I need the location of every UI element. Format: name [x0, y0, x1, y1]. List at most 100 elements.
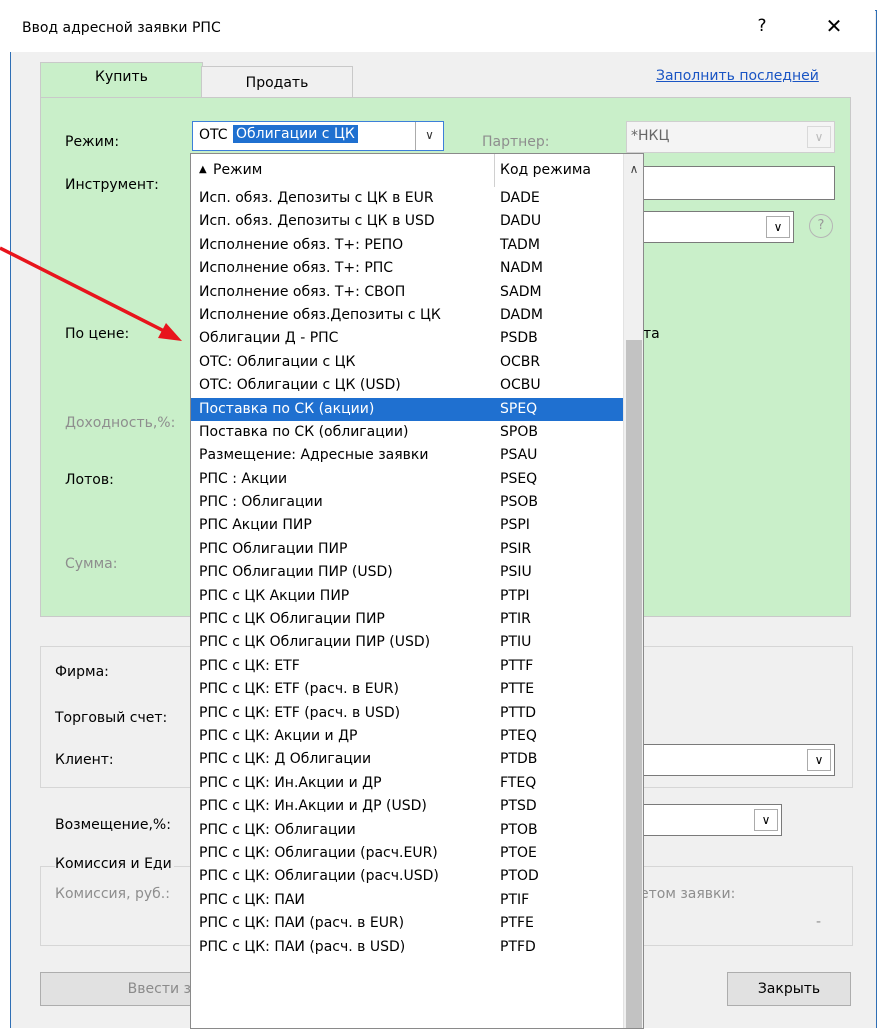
- partner-label: Партнер:: [482, 134, 550, 150]
- client-label: Клиент:: [55, 752, 114, 768]
- close-icon[interactable]: ✕: [822, 14, 846, 38]
- yield-label: Доходность,%:: [65, 415, 176, 431]
- dropdown-option[interactable]: Исполнение обяз. Т+: РЕПО TADM: [191, 234, 623, 257]
- commission-label: Комиссия, руб.:: [55, 886, 170, 902]
- option-mode-code: PSAU: [500, 447, 538, 464]
- option-mode-code: SPOB: [500, 423, 538, 440]
- option-mode-name: Поставка по СК (акции): [199, 400, 375, 417]
- dropdown-option[interactable]: РПС с ЦК: ПАИ (расч. в EUR) PTFE: [191, 912, 623, 935]
- chevron-down-icon[interactable]: ∨: [766, 216, 790, 238]
- option-mode-name: РПС с ЦК Облигации ПИР (USD): [199, 634, 431, 651]
- dropdown-option[interactable]: РПС Акции ПИР PSPI: [191, 514, 623, 537]
- mode-dropdown-list[interactable]: ▲ Режим Код режима Исп. обяз. Депозиты с…: [190, 153, 644, 1029]
- option-mode-name: OTC: Облигации с ЦК (USD): [199, 377, 401, 394]
- dropdown-option[interactable]: РПС с ЦК: ПАИ (расч. в USD) PTFD: [191, 936, 623, 959]
- dropdown-option[interactable]: РПС Облигации ПИР PSIR: [191, 538, 623, 561]
- option-mode-code: PSIR: [500, 540, 532, 557]
- option-mode-name: РПС с ЦК: Акции и ДР: [199, 727, 358, 744]
- option-mode-name: РПС с ЦК: ПАИ (расч. в USD): [199, 938, 406, 955]
- sort-ascending-icon[interactable]: ▲: [199, 164, 207, 175]
- dropdown-scrollbar[interactable]: ∧: [623, 154, 643, 1028]
- submit-order-button[interactable]: Ввести з: [40, 972, 194, 1006]
- option-mode-code: PTTE: [500, 681, 535, 698]
- scrollbar-thumb[interactable]: [626, 340, 642, 1028]
- dropdown-option[interactable]: РПС с ЦК: Д Облигации PTDB: [191, 748, 623, 771]
- option-mode-name: Размещение: Адресные заявки: [199, 447, 429, 464]
- dropdown-option[interactable]: Поставка по СК (акции) SPEQ: [191, 397, 623, 421]
- option-mode-name: РПС с ЦК: ПАИ (расч. в EUR): [199, 915, 405, 932]
- option-mode-code: SADM: [500, 283, 542, 300]
- chevron-down-icon[interactable]: ∨: [415, 122, 443, 150]
- dropdown-option[interactable]: Исп. обяз. Депозиты с ЦК в EUR DADE: [191, 187, 623, 210]
- help-circle-icon[interactable]: ?: [809, 214, 833, 238]
- dropdown-option[interactable]: РПС с ЦК: ETF (расч. в EUR) PTTE: [191, 678, 623, 701]
- dropdown-option[interactable]: РПС : Акции PSEQ: [191, 468, 623, 491]
- dropdown-option[interactable]: РПС с ЦК: Облигации (расч.EUR) PTOE: [191, 842, 623, 865]
- client-combo-fragment[interactable]: ∨: [640, 744, 835, 776]
- option-mode-code: OCBU: [500, 377, 541, 394]
- chevron-down-icon[interactable]: ∨: [807, 749, 831, 771]
- refund-label: Возмещение,%:: [55, 817, 171, 833]
- option-mode-code: PSPI: [500, 517, 530, 534]
- dropdown-option[interactable]: Исполнение обяз. Т+: СВОП SADM: [191, 281, 623, 304]
- dropdown-option[interactable]: РПС с ЦК: Ин.Акции и ДР (USD) PTSD: [191, 795, 623, 818]
- dropdown-option[interactable]: РПС Облигации ПИР (USD) PSIU: [191, 561, 623, 584]
- option-mode-name: Исполнение обяз.Депозиты с ЦК: [199, 306, 441, 323]
- dropdown-option[interactable]: РПС : Облигации PSOB: [191, 491, 623, 514]
- tab-buy[interactable]: Купить: [40, 62, 203, 99]
- option-mode-code: PTEQ: [500, 727, 537, 744]
- option-mode-code: PTDB: [500, 751, 538, 768]
- dropdown-option[interactable]: OTC: Облигации с ЦК OCBR: [191, 351, 623, 374]
- dropdown-option[interactable]: РПС с ЦК Облигации ПИР (USD) PTIU: [191, 631, 623, 654]
- chevron-down-icon[interactable]: ∨: [754, 809, 778, 831]
- dropdown-option[interactable]: РПС с ЦК: Облигации (расч.USD) PTOD: [191, 865, 623, 888]
- option-mode-name: РПС с ЦК: Облигации (расч.USD): [199, 868, 439, 885]
- scroll-up-icon[interactable]: ∧: [624, 162, 643, 176]
- dropdown-option[interactable]: РПС с ЦК: Акции и ДР PTEQ: [191, 725, 623, 748]
- dropdown-option[interactable]: Облигации Д - РПС PSDB: [191, 327, 623, 350]
- option-mode-name: РПС Облигации ПИР (USD): [199, 564, 393, 581]
- column-header-mode[interactable]: Режим: [213, 162, 262, 178]
- price-label: По цене:: [65, 326, 130, 342]
- close-button[interactable]: Закрыть: [727, 972, 851, 1006]
- tab-sell[interactable]: Продать: [201, 66, 353, 99]
- dropdown-option[interactable]: РПС с ЦК: Облигации PTOB: [191, 819, 623, 842]
- dropdown-option[interactable]: РПС с ЦК Облигации ПИР PTIR: [191, 608, 623, 631]
- option-mode-code: PTTF: [500, 657, 534, 674]
- dropdown-option[interactable]: Поставка по СК (облигации) SPOB: [191, 421, 623, 444]
- dropdown-option[interactable]: РПС с ЦК: ПАИ PTIF: [191, 889, 623, 912]
- option-mode-name: Облигации Д - РПС: [199, 330, 339, 347]
- option-mode-name: РПС с ЦК Акции ПИР: [199, 587, 350, 604]
- dropdown-option[interactable]: Размещение: Адресные заявки PSAU: [191, 444, 623, 467]
- option-mode-code: PTOD: [500, 868, 539, 885]
- dropdown-option[interactable]: РПС с ЦК Акции ПИР PTPI: [191, 585, 623, 608]
- dropdown-option[interactable]: РПС с ЦК: ETF PTTF: [191, 655, 623, 678]
- partner-value: *НКЦ: [631, 128, 670, 144]
- chevron-down-icon: ∨: [807, 126, 831, 148]
- dropdown-option[interactable]: OTC: Облигации с ЦК (USD) OCBU: [191, 374, 623, 397]
- mode-combo[interactable]: OTC Облигации с ЦК ∨: [192, 121, 444, 151]
- submit-order-label: Ввести з: [127, 981, 191, 997]
- option-mode-code: PSDB: [500, 330, 538, 347]
- dropdown-option[interactable]: Исп. обяз. Депозиты с ЦК в USD DADU: [191, 210, 623, 233]
- dropdown-option[interactable]: Исполнение обяз.Депозиты с ЦК DADM: [191, 304, 623, 327]
- help-button[interactable]: ?: [752, 16, 772, 36]
- dropdown-option[interactable]: Исполнение обяз. Т+: РПС NADM: [191, 257, 623, 280]
- price-type-combo-fragment[interactable]: ∨: [640, 211, 794, 243]
- dropdown-option[interactable]: РПС с ЦК: ETF (расч. в USD) PTTD: [191, 702, 623, 725]
- option-mode-code: PTSD: [500, 798, 537, 815]
- option-mode-name: РПС с ЦК: ПАИ: [199, 891, 305, 908]
- fill-last-link[interactable]: Заполнить последней: [656, 68, 819, 84]
- refund-combo-fragment[interactable]: ∨: [640, 804, 782, 836]
- commission-value: -: [816, 914, 822, 930]
- column-header-code[interactable]: Код режима: [500, 162, 591, 178]
- instrument-label: Инструмент:: [65, 177, 159, 193]
- instrument-input-fragment[interactable]: [640, 166, 835, 200]
- dropdown-option[interactable]: РПС с ЦК: Ин.Акции и ДР FTEQ: [191, 772, 623, 795]
- option-mode-code: PSEQ: [500, 470, 538, 487]
- option-mode-code: DADE: [500, 190, 540, 206]
- option-mode-code: PTIF: [500, 891, 530, 908]
- option-mode-code: DADM: [500, 306, 543, 323]
- column-divider[interactable]: [494, 154, 495, 187]
- lots-label: Лотов:: [65, 472, 114, 488]
